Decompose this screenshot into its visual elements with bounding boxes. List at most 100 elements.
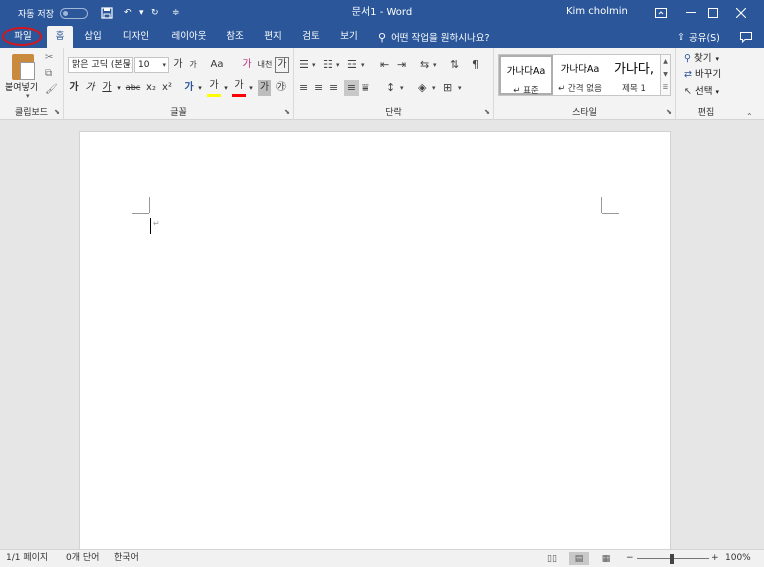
- tell-me-search[interactable]: ⚲ 어떤 작업을 원하시나요?: [378, 26, 490, 48]
- tab-home[interactable]: 홈: [47, 26, 73, 48]
- styles-scroll[interactable]: ▲ ▼ ☰: [660, 54, 671, 96]
- shading-icon[interactable]: ◈: [418, 80, 426, 96]
- highlight-glyph: 가: [209, 80, 219, 91]
- tab-design[interactable]: 디자인: [114, 26, 158, 48]
- group-label-styles: 스타일: [572, 108, 597, 118]
- tab-mailings[interactable]: 편지: [258, 26, 288, 48]
- language-indicator[interactable]: 한국어: [114, 550, 139, 567]
- text-effects-button[interactable]: 가: [182, 80, 196, 96]
- cursor-icon: ↖: [684, 86, 692, 97]
- multilevel-dropdown-icon[interactable]: ▾: [361, 57, 365, 73]
- clipboard-launcher-icon[interactable]: ⬊: [54, 108, 60, 116]
- cut-icon[interactable]: ✂: [45, 52, 53, 63]
- italic-button[interactable]: 가: [84, 80, 96, 96]
- font-size-value: 10: [138, 60, 150, 70]
- align-left-icon[interactable]: ≡: [299, 80, 308, 96]
- select-button[interactable]: ↖ 선택 ▾: [684, 85, 719, 99]
- line-spacing-dropdown-icon[interactable]: ▾: [400, 80, 404, 96]
- share-button[interactable]: ⇪ 공유(S): [677, 26, 720, 48]
- font-color-button[interactable]: 가: [231, 78, 247, 97]
- grow-font-button[interactable]: 가: [172, 57, 184, 73]
- underline-dropdown-icon[interactable]: ▾: [116, 80, 122, 96]
- format-painter-icon[interactable]: 🖌: [45, 84, 58, 95]
- highlight-dropdown-icon[interactable]: ▾: [223, 80, 229, 96]
- change-case-button[interactable]: Aa: [208, 57, 226, 73]
- tab-layout[interactable]: 레이아웃: [164, 26, 214, 48]
- font-color-dropdown-icon[interactable]: ▾: [248, 80, 254, 96]
- borders-icon[interactable]: ⊞: [443, 80, 452, 96]
- multilevel-list-icon[interactable]: ☲: [347, 57, 357, 73]
- chevron-down-icon[interactable]: ▼: [661, 68, 670, 81]
- distributed-icon[interactable]: ⩸: [362, 80, 369, 96]
- bold-button[interactable]: 가: [68, 80, 80, 96]
- character-shading-button[interactable]: 가: [258, 80, 271, 96]
- highlight-color-bar: [207, 94, 221, 97]
- document-page[interactable]: [79, 131, 671, 551]
- word-count[interactable]: 0개 단어: [66, 550, 99, 567]
- maximize-icon[interactable]: [698, 0, 728, 26]
- replace-button[interactable]: ⇄ 바꾸기: [684, 68, 721, 82]
- enclose-characters-button[interactable]: ㉮: [274, 80, 288, 96]
- vertical-scrollbar[interactable]: [754, 121, 764, 549]
- web-layout-icon[interactable]: ▦: [596, 552, 616, 565]
- paste-button[interactable]: 붙여넣기: [5, 80, 38, 93]
- font-name-combo[interactable]: 맑은 고딕 (본문) ▾: [68, 57, 133, 73]
- style-normal[interactable]: 가나다Aa ↵ 표준: [499, 55, 553, 96]
- decrease-indent-icon[interactable]: ⇤: [380, 57, 389, 73]
- styles-launcher-icon[interactable]: ⬊: [666, 108, 672, 116]
- collapse-ribbon-icon[interactable]: ⌃: [746, 112, 753, 121]
- find-button[interactable]: ⚲ 찾기 ▾: [684, 52, 719, 66]
- align-center-icon[interactable]: ≡: [314, 80, 323, 96]
- justify-icon[interactable]: ≡: [344, 80, 359, 96]
- paste-dropdown-icon[interactable]: ▾: [26, 92, 30, 100]
- strikethrough-button[interactable]: abc: [124, 80, 142, 96]
- comments-icon[interactable]: [740, 26, 752, 48]
- tab-references[interactable]: 참조: [220, 26, 250, 48]
- font-launcher-icon[interactable]: ⬊: [284, 108, 290, 116]
- read-mode-icon[interactable]: ▯▯: [542, 552, 562, 565]
- chevron-up-icon[interactable]: ▲: [661, 55, 670, 68]
- clear-formatting-button[interactable]: 가: [241, 57, 253, 73]
- superscript-button[interactable]: x²: [160, 80, 174, 96]
- borders-dropdown-icon[interactable]: ▾: [458, 80, 462, 96]
- numbering-dropdown-icon[interactable]: ▾: [336, 57, 340, 73]
- tab-view[interactable]: 보기: [334, 26, 364, 48]
- zoom-in-button[interactable]: +: [711, 550, 719, 567]
- more-styles-icon[interactable]: ☰: [661, 81, 670, 94]
- asian-layout-icon[interactable]: ⇆: [420, 57, 429, 73]
- asian-layout-dropdown-icon[interactable]: ▾: [433, 57, 437, 73]
- tab-insert[interactable]: 삽입: [78, 26, 108, 48]
- user-name[interactable]: Kim cholmin: [566, 0, 628, 26]
- phonetic-guide-button[interactable]: 내천: [257, 57, 273, 73]
- font-size-combo[interactable]: 10 ▾: [134, 57, 169, 73]
- style-no-spacing[interactable]: 가나다Aa ↵ 간격 없음: [553, 55, 607, 95]
- numbering-icon[interactable]: ☷: [323, 57, 333, 73]
- copy-icon[interactable]: ⧉: [45, 68, 52, 79]
- character-border-button[interactable]: 가: [275, 57, 289, 73]
- bullets-dropdown-icon[interactable]: ▾: [312, 57, 316, 73]
- highlight-button[interactable]: 가: [206, 78, 222, 97]
- ribbon-display-options-icon[interactable]: [646, 0, 676, 26]
- align-right-icon[interactable]: ≡: [329, 80, 338, 96]
- close-icon[interactable]: [726, 0, 756, 26]
- line-spacing-icon[interactable]: ↕: [386, 80, 395, 96]
- paste-icon[interactable]: [12, 54, 35, 80]
- zoom-slider-thumb[interactable]: [670, 554, 674, 564]
- increase-indent-icon[interactable]: ⇥: [397, 57, 406, 73]
- underline-button[interactable]: 가: [100, 80, 114, 96]
- paragraph-launcher-icon[interactable]: ⬊: [484, 108, 490, 116]
- bullets-icon[interactable]: ☰: [299, 57, 309, 73]
- zoom-out-button[interactable]: −: [626, 550, 634, 567]
- shading-dropdown-icon[interactable]: ▾: [432, 80, 436, 96]
- tab-review[interactable]: 검토: [296, 26, 326, 48]
- shrink-font-button[interactable]: 가: [187, 57, 199, 73]
- subscript-button[interactable]: x₂: [144, 80, 158, 96]
- style-heading-1[interactable]: 가나다, 제목 1: [607, 55, 661, 95]
- zoom-level[interactable]: 100%: [725, 550, 751, 567]
- sort-icon[interactable]: ⇅: [450, 57, 459, 73]
- page-count[interactable]: 1/1 페이지: [6, 550, 48, 567]
- show-marks-icon[interactable]: ¶: [472, 57, 479, 73]
- text-effects-dropdown-icon[interactable]: ▾: [197, 80, 203, 96]
- replace-label: 바꾸기: [694, 69, 722, 80]
- print-layout-icon[interactable]: ▤: [569, 552, 589, 565]
